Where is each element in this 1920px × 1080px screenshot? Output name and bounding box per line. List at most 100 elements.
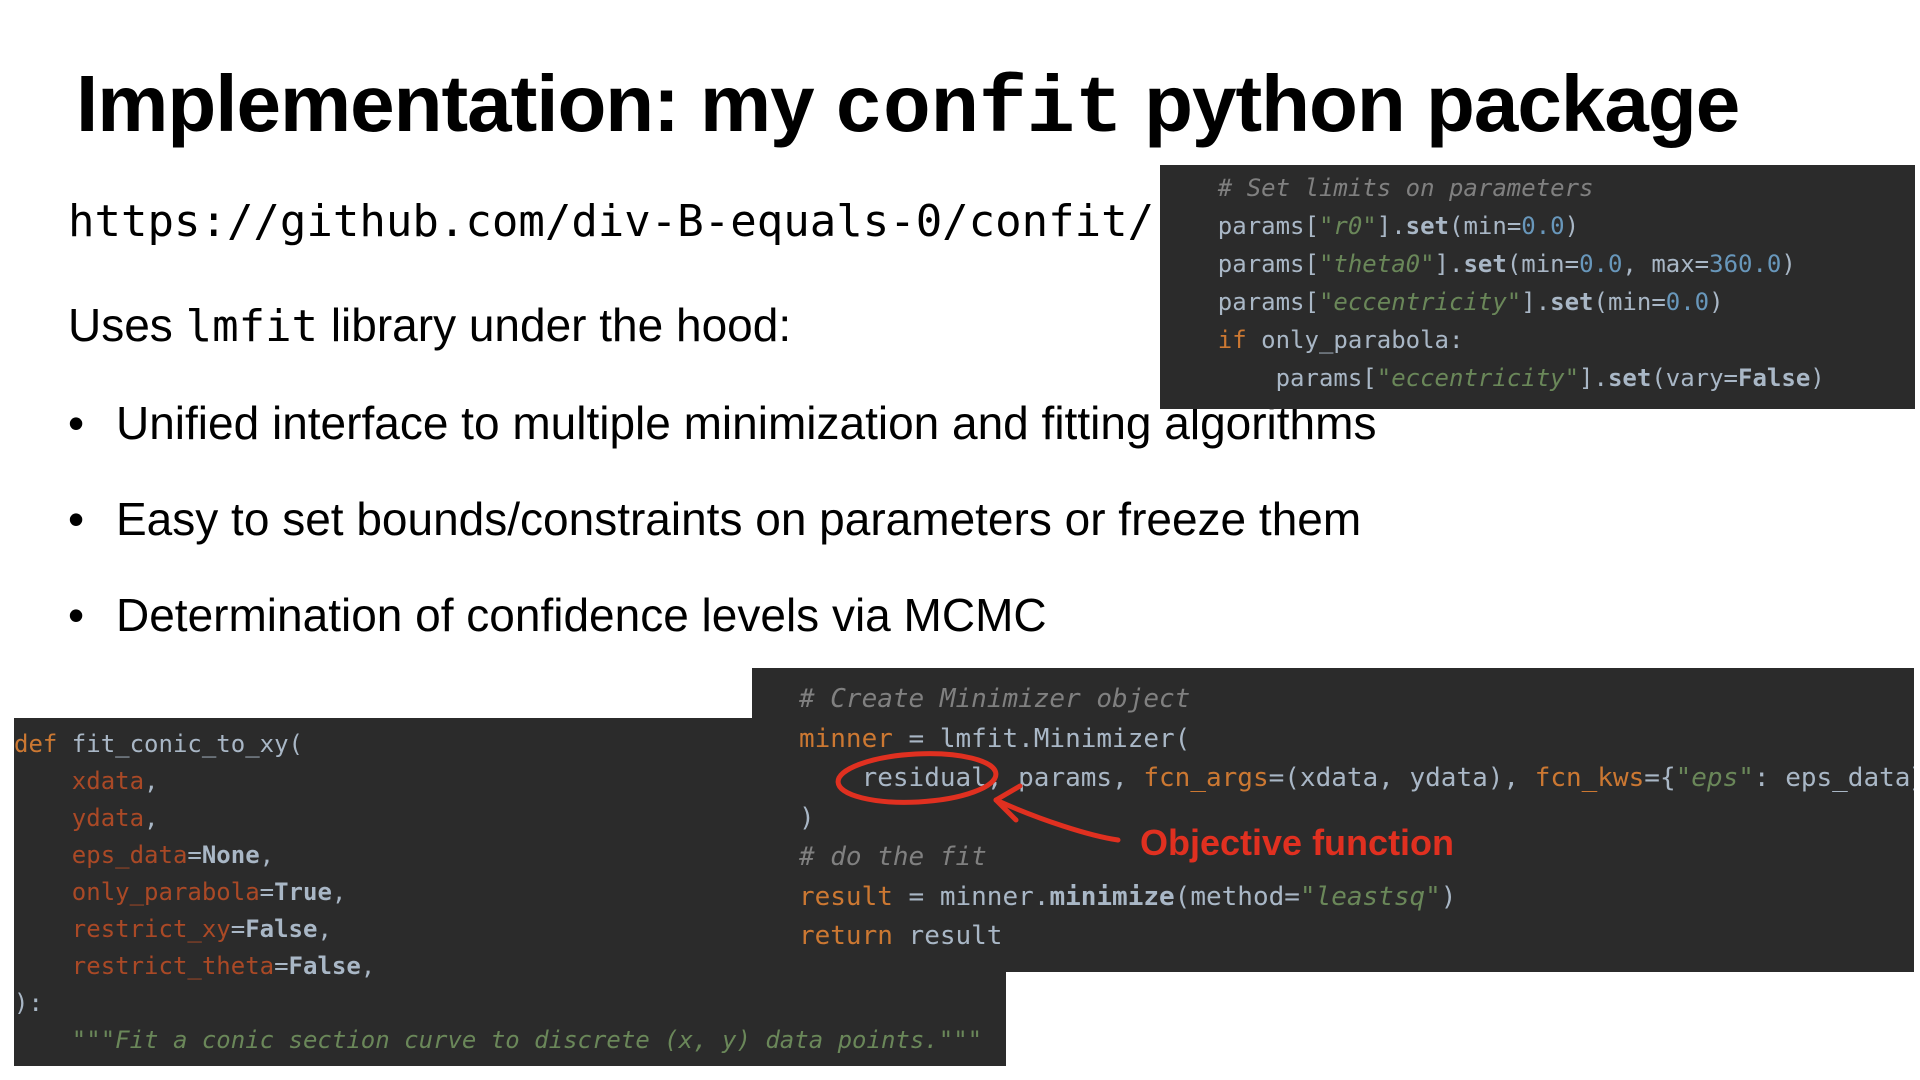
- code-token: ].: [1579, 364, 1608, 392]
- code-string: "theta0": [1318, 250, 1435, 278]
- code-line: """Fit a conic section curve to discrete…: [14, 1022, 1006, 1059]
- code-number: 0.0: [1665, 288, 1710, 316]
- code-residual-arg: residual: [861, 763, 987, 793]
- code-line: params["theta0"].set(min=0.0, max=360.0): [1160, 245, 1915, 283]
- code-token: only_parabola:: [1246, 326, 1464, 354]
- code-method: set: [1607, 364, 1652, 392]
- objective-function-label: Objective function: [1140, 822, 1455, 863]
- code-keyword: if: [1217, 326, 1247, 354]
- code-keyword: False: [1738, 364, 1811, 392]
- code-keyword: True: [274, 878, 332, 906]
- code-token: params[: [1217, 288, 1319, 316]
- code-line: # Create Minimizer object: [752, 680, 1914, 720]
- code-keyword: False: [288, 952, 361, 980]
- code-variable: minner: [798, 723, 893, 754]
- code-method: minimize: [1049, 881, 1175, 912]
- code-method: set: [1405, 212, 1450, 240]
- code-param: xdata: [14, 767, 145, 795]
- bullet-text: Determination of confidence levels via M…: [116, 589, 1047, 641]
- code-string: "leastsq": [1299, 881, 1441, 912]
- code-token: ].: [1376, 212, 1406, 240]
- code-token: =(xdata, ydata),: [1268, 763, 1535, 793]
- code-comment: # do the fit: [798, 842, 987, 872]
- code-token: (method=: [1174, 881, 1300, 912]
- code-string: "eccentricity": [1376, 364, 1580, 392]
- code-kwarg: fcn_kws: [1534, 763, 1645, 793]
- code-line: # Set limits on parameters: [1160, 169, 1915, 207]
- code-number: 360.0: [1709, 250, 1782, 278]
- title-prefix: Implementation: my: [76, 59, 835, 148]
- code-token: ].: [1521, 288, 1551, 316]
- code-token: ,: [144, 804, 159, 832]
- code-method: set: [1463, 250, 1507, 278]
- code-token: = lmfit.Minimizer(: [892, 723, 1191, 754]
- code-param: ydata: [14, 804, 145, 832]
- code-token: (vary=: [1651, 364, 1739, 392]
- code-string: "r0": [1318, 212, 1377, 240]
- code-comment: # Set limits on parameters: [1217, 174, 1594, 202]
- code-function-name: fit_conic_to_xy(: [57, 730, 303, 758]
- code-token: (min=: [1593, 288, 1666, 316]
- repo-url: https://github.com/div-B-equals-0/confit…: [68, 196, 1155, 247]
- slide-title: Implementation: my confit python package: [76, 58, 1836, 156]
- code-token: ,: [259, 841, 275, 869]
- code-token: = minner.: [892, 881, 1050, 912]
- code-line: return result: [752, 917, 1914, 957]
- code-snippet-minimizer: # Create Minimizer object minner = lmfit…: [752, 668, 1914, 972]
- bullet-item: • Easy to set bounds/constraints on param…: [68, 492, 1376, 588]
- code-token: ,: [360, 952, 376, 980]
- code-token: : eps_data}: [1753, 763, 1914, 793]
- code-token: ,: [317, 915, 332, 943]
- code-keyword: False: [245, 915, 318, 943]
- bullet-list: • Unified interface to multiple minimizat…: [68, 396, 1376, 684]
- bullet-glyph: •: [68, 493, 85, 545]
- code-token: ): [1810, 364, 1825, 392]
- code-keyword: None: [201, 841, 260, 869]
- code-token: =: [259, 878, 275, 906]
- code-param: restrict_theta: [14, 952, 275, 980]
- code-token: =: [274, 952, 289, 980]
- code-token: (min=: [1506, 250, 1580, 278]
- code-token: params[: [1217, 250, 1319, 278]
- code-token: (min=: [1449, 212, 1522, 240]
- code-token: ): [798, 802, 815, 833]
- bullet-glyph: •: [68, 397, 85, 449]
- code-string: "eps": [1675, 763, 1754, 793]
- title-code: confit: [834, 65, 1123, 156]
- bullet-item: • Unified interface to multiple minimizat…: [68, 396, 1376, 492]
- code-token: =: [230, 915, 246, 943]
- code-variable: result: [798, 881, 893, 912]
- code-comment: # Create Minimizer object: [798, 684, 1191, 714]
- code-token: result: [892, 921, 1003, 951]
- code-kwarg: fcn_args: [1143, 763, 1269, 793]
- code-number: 0.0: [1521, 212, 1565, 240]
- code-keyword: return: [798, 921, 893, 951]
- code-token: ): [1564, 212, 1580, 240]
- code-number: 0.0: [1579, 250, 1623, 278]
- code-token: , params,: [986, 763, 1144, 793]
- bullet-glyph: •: [68, 589, 85, 641]
- code-token: ,: [331, 878, 347, 906]
- code-param: only_parabola: [14, 878, 260, 906]
- code-docstring: """Fit a conic section curve to discrete…: [14, 1026, 983, 1054]
- code-keyword: def: [14, 730, 58, 758]
- code-line: minner = lmfit.Minimizer(: [752, 720, 1914, 760]
- intro-code: lmfit: [185, 301, 319, 352]
- code-token: ].: [1434, 250, 1464, 278]
- code-line: params["eccentricity"].set(vary=False): [1160, 359, 1915, 397]
- code-token: ={: [1644, 763, 1676, 793]
- code-line: ):: [14, 985, 1006, 1022]
- code-token: , max=: [1622, 250, 1710, 278]
- code-line: result = minner.minimize(method="leastsq…: [752, 878, 1914, 918]
- code-token: ): [1440, 881, 1457, 912]
- code-snippet-params: # Set limits on parameters params["r0"].…: [1160, 165, 1915, 409]
- intro-prefix: Uses: [68, 299, 186, 351]
- code-line: residual, params, fcn_args=(xdata, ydata…: [752, 759, 1914, 799]
- code-token: params[: [1217, 212, 1319, 240]
- code-string: "eccentricity": [1318, 288, 1522, 316]
- code-param: restrict_xy: [14, 915, 231, 943]
- code-token: ): [1781, 250, 1796, 278]
- title-suffix: python package: [1122, 59, 1740, 148]
